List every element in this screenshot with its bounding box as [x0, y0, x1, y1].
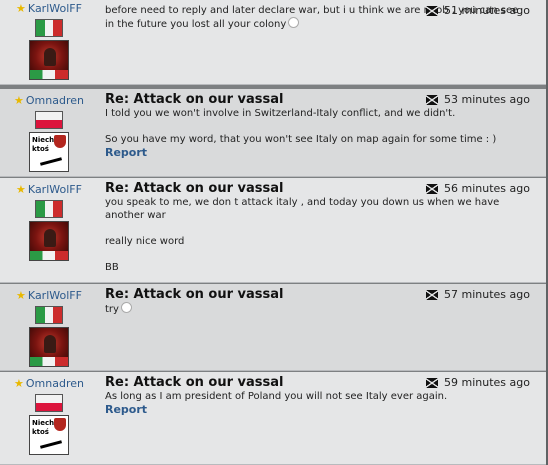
envelope-icon[interactable]	[426, 94, 439, 105]
post-line: another war	[105, 210, 166, 221]
avatar[interactable]	[29, 40, 69, 80]
smiley-icon	[120, 302, 132, 313]
author-block: ★ KarlWolFF	[0, 284, 98, 367]
post-line: BB	[105, 262, 119, 273]
author-block: ★ KarlWolFF	[0, 178, 98, 261]
message-post: ★ Omnadren Niech ktoś Re: Attack on our …	[0, 372, 546, 465]
post-line: So you have my word, that you won't see …	[105, 134, 497, 145]
post-time: 53 minutes ago	[444, 93, 530, 106]
smiley-icon	[288, 17, 300, 28]
post-line: in the future you lost all your colony	[105, 19, 287, 30]
author-name-link[interactable]: KarlWolFF	[28, 183, 82, 196]
envelope-icon[interactable]	[426, 5, 439, 16]
post-body: I told you we won't involve in Switzerla…	[105, 107, 530, 146]
envelope-icon[interactable]	[426, 183, 439, 194]
star-icon: ★	[16, 2, 26, 15]
post-body: try	[105, 302, 530, 316]
italy-flag-icon	[35, 306, 63, 324]
envelope-icon[interactable]	[426, 289, 439, 300]
report-link[interactable]: Report	[105, 146, 530, 159]
author-block: ★ Omnadren Niech ktoś	[0, 372, 98, 455]
post-time: 56 minutes ago	[444, 182, 530, 195]
italy-flag-icon	[35, 19, 63, 37]
post-time: 59 minutes ago	[444, 376, 530, 389]
avatar[interactable]: Niech ktoś	[29, 415, 69, 455]
post-body: As long as I am president of Poland you …	[105, 390, 530, 403]
post-line: really nice word	[105, 236, 185, 247]
message-post: ★ Omnadren Niech ktoś Re: Attack on our …	[0, 89, 546, 177]
post-time: 51 minutes ago	[444, 4, 530, 17]
post-body: you speak to me, we don t attack italy ,…	[105, 196, 530, 274]
author-block: ★ KarlWolFF	[0, 0, 98, 80]
report-link[interactable]: Report	[105, 403, 530, 416]
avatar[interactable]	[29, 221, 69, 261]
author-name-link[interactable]: Omnadren	[26, 377, 84, 390]
post-line: you speak to me, we don t attack italy ,…	[105, 197, 500, 208]
star-icon: ★	[16, 183, 26, 196]
author-block: ★ Omnadren Niech ktoś	[0, 89, 98, 172]
star-icon: ★	[16, 289, 26, 302]
post-line: I told you we won't involve in Switzerla…	[105, 108, 456, 119]
avatar[interactable]	[29, 327, 69, 367]
post-line: try	[105, 304, 119, 315]
author-name-link[interactable]: Omnadren	[26, 94, 84, 107]
star-icon: ★	[14, 94, 24, 107]
avatar[interactable]: Niech ktoś	[29, 132, 69, 172]
envelope-icon[interactable]	[426, 377, 439, 388]
italy-flag-icon	[35, 200, 63, 218]
star-icon: ★	[14, 377, 24, 390]
poland-flag-icon	[35, 111, 63, 129]
author-name-link[interactable]: KarlWolFF	[28, 289, 82, 302]
poland-flag-icon	[35, 394, 63, 412]
message-post: ★ KarlWolFF 51 minutes ago before need t…	[0, 0, 546, 85]
author-name-link[interactable]: KarlWolFF	[28, 2, 82, 15]
message-post: ★ KarlWolFF Re: Attack on our vassal 57 …	[0, 284, 546, 371]
message-post: ★ KarlWolFF Re: Attack on our vassal 56 …	[0, 178, 546, 283]
post-line: As long as I am president of Poland you …	[105, 391, 448, 402]
post-time: 57 minutes ago	[444, 288, 530, 301]
